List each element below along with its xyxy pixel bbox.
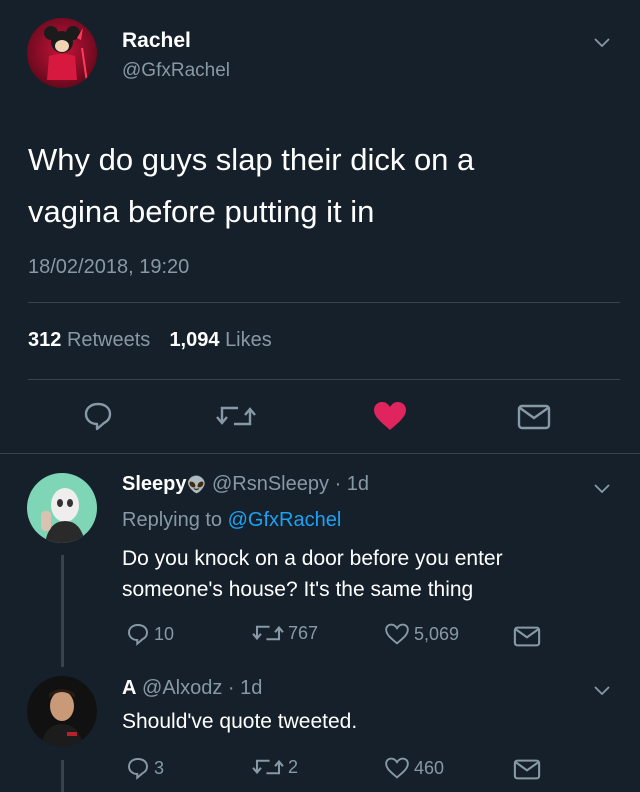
reply-header: Sleepy👽 @RsnSleepy · 1d: [122, 473, 369, 496]
retweet-icon: [252, 759, 284, 775]
heart-icon: [385, 623, 409, 645]
reply-text-line-1: Should've quote tweeted.: [122, 710, 358, 733]
direct-message-icon[interactable]: [513, 759, 541, 780]
person-photo-icon: [41, 689, 83, 746]
retweet-icon: [252, 625, 284, 641]
reply-icon: [128, 624, 148, 646]
avatar[interactable]: [27, 473, 97, 543]
tweet-timestamp[interactable]: 18/02/2018, 19:20: [28, 256, 189, 279]
reply-count: 3: [154, 757, 165, 778]
retweet-action[interactable]: 2: [252, 756, 298, 778]
avatar[interactable]: [27, 18, 97, 88]
retweet-count: 2: [288, 756, 299, 777]
divider: [28, 302, 620, 303]
devil-character-icon: [44, 26, 88, 83]
person-photo-icon: [41, 488, 85, 543]
retweets-label[interactable]: Retweets: [67, 329, 150, 351]
tweet-text-line-1: Why do guys slap their dick on a: [28, 142, 475, 177]
retweet-action[interactable]: 767: [252, 622, 318, 644]
divider: [28, 379, 620, 380]
replying-to: Replying to @GfxRachel: [122, 509, 341, 532]
like-count: 460: [414, 757, 445, 778]
chevron-down-icon[interactable]: [594, 484, 610, 494]
retweet-count: 767: [288, 622, 319, 643]
author-name[interactable]: Rachel: [122, 29, 191, 53]
reply-text-line-2: someone's house? It's the same thing: [122, 578, 474, 601]
author-handle[interactable]: @GfxRachel: [122, 60, 230, 82]
reply-text-line-1: Do you knock on a door before you enter: [122, 547, 503, 570]
author-name[interactable]: Sleepy: [122, 473, 186, 495]
like-action[interactable]: 460: [384, 756, 444, 780]
reply-icon[interactable]: [82, 400, 114, 432]
thread-line: [61, 760, 64, 792]
reply-header: A @Alxodz · 1d: [122, 677, 262, 700]
reply-count: 10: [154, 623, 175, 644]
likes-count[interactable]: 1,094: [169, 329, 219, 351]
replying-to-handle[interactable]: @GfxRachel: [228, 509, 342, 531]
reply-time[interactable]: · 1d: [335, 473, 369, 495]
chevron-down-icon[interactable]: [594, 686, 610, 696]
tweet-stats: 312 Retweets 1,094 Likes: [28, 329, 272, 352]
heart-icon: [385, 757, 409, 779]
author-handle[interactable]: @Alxodz: [142, 677, 222, 699]
like-action[interactable]: 5,069: [384, 622, 459, 646]
reply-icon: [128, 758, 148, 780]
section-divider: [0, 453, 640, 454]
author-handle[interactable]: @RsnSleepy: [212, 473, 329, 495]
chevron-down-icon[interactable]: [594, 38, 610, 48]
author-name[interactable]: A: [122, 677, 136, 699]
avatar[interactable]: [27, 676, 97, 746]
likes-label[interactable]: Likes: [225, 329, 272, 351]
alien-emoji-icon: 👽: [186, 477, 207, 494]
reply-time[interactable]: · 1d: [228, 677, 262, 699]
like-icon[interactable]: [372, 400, 408, 432]
reply-action[interactable]: 3: [126, 756, 164, 780]
retweets-count[interactable]: 312: [28, 329, 61, 351]
thread-line: [61, 555, 64, 667]
reply-action[interactable]: 10: [126, 622, 174, 646]
like-count: 5,069: [414, 623, 460, 644]
retweet-icon[interactable]: [216, 402, 256, 430]
direct-message-icon[interactable]: [513, 626, 541, 647]
replying-to-label: Replying to: [122, 509, 223, 531]
tweet-text-line-2: vagina before putting it in: [28, 194, 375, 229]
direct-message-icon[interactable]: [517, 404, 551, 430]
